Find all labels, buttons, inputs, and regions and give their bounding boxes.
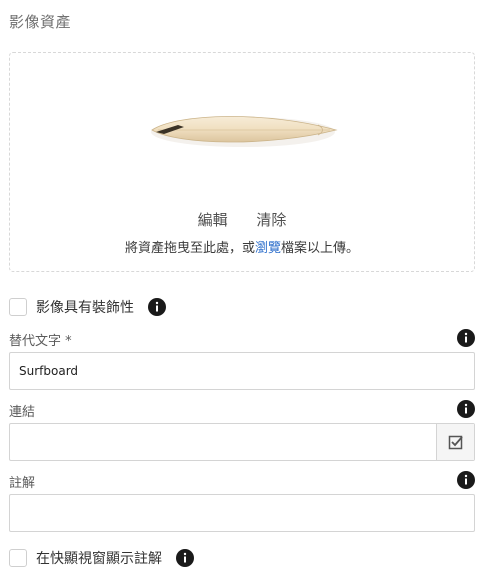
decorative-checkbox[interactable] bbox=[9, 298, 27, 316]
edit-button[interactable]: 編輯 bbox=[198, 209, 228, 230]
info-icon[interactable] bbox=[148, 298, 166, 316]
popup-caption-label: 在快顯視窗顯示註解 bbox=[36, 551, 162, 567]
info-icon[interactable] bbox=[176, 549, 194, 567]
caption-input[interactable] bbox=[9, 494, 475, 532]
link-info-icon[interactable] bbox=[457, 400, 475, 418]
drop-hint: 將資產拖曳至此處，或瀏覽檔案以上傳。 bbox=[10, 237, 474, 256]
section-title: 影像資產 bbox=[9, 13, 72, 31]
image-asset-dialog: 影像資產 編輯 清除 將資產拖曳至此處，或瀏覽檔案以上傳。 影像具有裝飾性 替代… bbox=[0, 0, 492, 584]
browse-link[interactable]: 瀏覽 bbox=[255, 241, 281, 256]
clear-button[interactable]: 清除 bbox=[256, 209, 286, 230]
drop-hint-text-end: 檔案以上傳。 bbox=[281, 241, 360, 256]
link-field bbox=[9, 423, 475, 461]
decorative-row: 影像具有裝飾性 bbox=[9, 297, 166, 317]
link-picker-button[interactable] bbox=[436, 424, 474, 460]
link-input[interactable] bbox=[10, 424, 436, 460]
popup-caption-checkbox[interactable] bbox=[9, 549, 27, 567]
surfboard-thumbnail bbox=[151, 116, 338, 147]
checkbox-picker-icon bbox=[448, 435, 463, 450]
alt-text-input[interactable] bbox=[9, 352, 475, 390]
alt-text-info-icon[interactable] bbox=[457, 329, 475, 347]
popup-caption-row: 在快顯視窗顯示註解 bbox=[9, 548, 194, 568]
caption-label: 註解 bbox=[9, 476, 36, 491]
drop-hint-text: 將資產拖曳至此處，或 bbox=[124, 241, 255, 256]
alt-text-label: 替代文字 * bbox=[9, 334, 72, 349]
caption-info-icon[interactable] bbox=[457, 471, 475, 489]
asset-actions: 編輯 清除 bbox=[10, 209, 474, 230]
asset-dropzone[interactable]: 編輯 清除 將資產拖曳至此處，或瀏覽檔案以上傳。 bbox=[9, 52, 475, 272]
link-label: 連結 bbox=[9, 405, 36, 420]
decorative-label: 影像具有裝飾性 bbox=[36, 300, 134, 316]
